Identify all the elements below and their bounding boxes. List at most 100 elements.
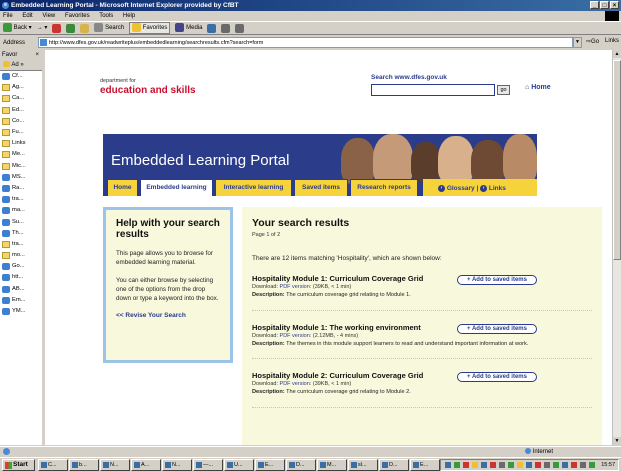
add-favorite-button[interactable]: Ad »: [0, 60, 42, 71]
tray-icon[interactable]: [472, 462, 478, 468]
back-button[interactable]: Back ▾: [3, 21, 32, 35]
taskbar-task-button[interactable]: M...: [317, 459, 347, 471]
glossary-link[interactable]: › Glossary: [438, 185, 475, 192]
pdf-download-link[interactable]: PDF version:: [280, 333, 312, 339]
home-link[interactable]: ⌂ Home: [525, 84, 551, 91]
print-icon[interactable]: [235, 23, 245, 33]
tray-icon[interactable]: [499, 462, 505, 468]
favorite-item[interactable]: Ca...: [0, 93, 42, 104]
menu-edit[interactable]: Edit: [22, 13, 32, 19]
taskbar-task-button[interactable]: E...: [410, 459, 440, 471]
favorite-item[interactable]: htt...: [0, 272, 42, 283]
taskbar-task-button[interactable]: U...: [224, 459, 254, 471]
nav-tab-interactive-learning[interactable]: Interactive learning: [215, 179, 292, 196]
vertical-scrollbar[interactable]: ▲ ▼: [612, 50, 621, 445]
tray-icon[interactable]: [562, 462, 568, 468]
favorite-item[interactable]: Ed...: [0, 105, 42, 116]
tray-icon[interactable]: [490, 462, 496, 468]
tray-icon[interactable]: [508, 462, 514, 468]
favorite-item[interactable]: Me...: [0, 149, 42, 160]
minimize-button[interactable]: _: [590, 1, 599, 9]
favorites-button[interactable]: Favorites: [129, 21, 171, 35]
links-link[interactable]: › Links: [480, 185, 506, 192]
tray-icon[interactable]: [544, 462, 550, 468]
taskbar-task-button[interactable]: D...: [379, 459, 409, 471]
taskbar-task-button[interactable]: C...: [38, 459, 68, 471]
taskbar-task-button[interactable]: N...: [162, 459, 192, 471]
taskbar-task-button[interactable]: b...: [69, 459, 99, 471]
taskbar-task-button[interactable]: —...: [193, 459, 223, 471]
scrollbar-thumb[interactable]: [613, 60, 621, 260]
favorite-item[interactable]: Th...: [0, 228, 42, 239]
pdf-download-link[interactable]: PDF version:: [280, 284, 312, 290]
favorite-item[interactable]: tra...: [0, 239, 42, 250]
favorite-item[interactable]: Go...: [0, 261, 42, 272]
refresh-icon[interactable]: [66, 23, 76, 33]
taskbar-task-button[interactable]: E...: [255, 459, 285, 471]
media-button[interactable]: Media: [175, 21, 202, 35]
favorite-item[interactable]: Cf...: [0, 71, 42, 82]
result-title[interactable]: Hospitality Module 1: Curriculum Coverag…: [252, 274, 442, 283]
favorite-item[interactable]: YM...: [0, 306, 42, 317]
favorite-item[interactable]: AB...: [0, 284, 42, 295]
maximize-button[interactable]: □: [600, 1, 609, 9]
taskbar-task-button[interactable]: D...: [286, 459, 316, 471]
result-title[interactable]: Hospitality Module 2: Curriculum Coverag…: [252, 371, 442, 380]
address-input[interactable]: http://www.dfes.gov.uk/readwriteplus/emb…: [38, 37, 573, 48]
favorite-item[interactable]: Su...: [0, 216, 42, 227]
nav-tab-saved-items[interactable]: Saved items: [294, 179, 348, 196]
scroll-up-arrow[interactable]: ▲: [613, 50, 621, 58]
address-dropdown-button[interactable]: ▼: [573, 37, 582, 48]
scroll-down-arrow[interactable]: ▼: [613, 437, 621, 445]
menu-view[interactable]: View: [42, 13, 55, 19]
favorite-item[interactable]: Links: [0, 138, 42, 149]
pdf-download-link[interactable]: PDF version:: [280, 381, 312, 387]
favorite-item[interactable]: MS...: [0, 172, 42, 183]
tray-icon[interactable]: [535, 462, 541, 468]
department-logo-text[interactable]: education and skills: [100, 85, 196, 96]
search-button[interactable]: Search: [94, 21, 124, 35]
nav-tab-embedded-learning[interactable]: Embedded learning: [140, 179, 213, 196]
tray-icon[interactable]: [454, 462, 460, 468]
menu-tools[interactable]: Tools: [99, 13, 113, 19]
tray-icon[interactable]: [580, 462, 586, 468]
menu-file[interactable]: File: [3, 13, 13, 19]
close-pane-icon[interactable]: ×: [35, 50, 39, 60]
add-to-saved-items-button[interactable]: + Add to saved items: [457, 275, 537, 285]
tray-icon[interactable]: [517, 462, 523, 468]
add-to-saved-items-button[interactable]: + Add to saved items: [457, 323, 537, 334]
tray-icon[interactable]: [526, 462, 532, 468]
favorite-item[interactable]: mo...: [0, 250, 42, 261]
history-icon[interactable]: [207, 23, 217, 33]
taskbar-task-button[interactable]: N...: [100, 459, 130, 471]
taskbar-clock[interactable]: 15:57: [601, 460, 615, 471]
home-icon[interactable]: [80, 23, 90, 33]
close-window-button[interactable]: ×: [610, 1, 619, 9]
links-button[interactable]: Links: [605, 38, 619, 44]
nav-tab-home[interactable]: Home: [107, 179, 138, 196]
forward-button[interactable]: → ▾: [37, 21, 48, 35]
favorite-item[interactable]: tra...: [0, 194, 42, 205]
revise-search-link[interactable]: << Revise Your Search: [116, 312, 220, 319]
stop-icon[interactable]: [52, 23, 62, 33]
taskbar-task-button[interactable]: sl...: [348, 459, 378, 471]
add-to-saved-items-button[interactable]: + Add to saved items: [457, 372, 537, 382]
favorite-item[interactable]: Ra...: [0, 183, 42, 194]
nav-tab-research-reports[interactable]: Research reports: [350, 179, 418, 196]
site-search-input[interactable]: [371, 84, 495, 96]
favorite-item[interactable]: Co...: [0, 116, 42, 127]
tray-icon[interactable]: [463, 462, 469, 468]
result-title[interactable]: Hospitality Module 1: The working enviro…: [252, 323, 442, 332]
favorite-item[interactable]: Em...: [0, 295, 42, 306]
taskbar-task-button[interactable]: A...: [131, 459, 161, 471]
site-search-go-button[interactable]: go: [497, 85, 510, 95]
favorite-item[interactable]: Mic...: [0, 161, 42, 172]
tray-icon[interactable]: [571, 462, 577, 468]
go-button[interactable]: ⇨Go: [586, 38, 599, 45]
start-button[interactable]: Start: [2, 459, 35, 471]
tray-icon[interactable]: [553, 462, 559, 468]
tray-icon[interactable]: [589, 462, 595, 468]
favorite-item[interactable]: Fu...: [0, 127, 42, 138]
mail-icon[interactable]: [221, 23, 231, 33]
tray-icon[interactable]: [481, 462, 487, 468]
